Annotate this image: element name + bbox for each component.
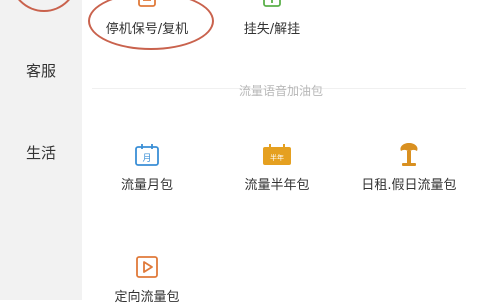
calendar-month-icon: 月 — [135, 144, 159, 166]
main-content: 停机保号/复机 挂失/解挂 流量语音加油包 月 流量月包 半年 流量半年包 日租… — [82, 0, 480, 305]
svg-text:月: 月 — [142, 153, 151, 164]
svg-text:半年: 半年 — [270, 153, 284, 162]
annotation-circle — [88, 0, 214, 50]
holiday-data-package-tile[interactable]: 日租.假日流量包 — [344, 140, 474, 193]
section-title: 流量语音加油包 — [238, 84, 323, 98]
holiday-data-package-label: 日租.假日流量包 — [361, 178, 457, 193]
half-year-data-package-tile[interactable]: 半年 流量半年包 — [212, 142, 342, 193]
sidebar: 客服 生活 — [0, 0, 82, 300]
sidebar-item-customer-service[interactable]: 客服 — [0, 60, 82, 81]
monthly-data-package-label: 流量月包 — [120, 178, 173, 193]
calendar-half-year-icon: 半年 — [263, 144, 291, 165]
report-loss-label: 挂失/解挂 — [243, 22, 301, 37]
play-video-icon — [136, 256, 158, 278]
report-loss-tile[interactable]: 挂失/解挂 — [207, 0, 337, 37]
holiday-tree-icon — [400, 143, 418, 166]
half-year-data-package-label: 流量半年包 — [244, 178, 310, 193]
directional-data-package-tile[interactable]: 定向流量包 — [82, 254, 212, 305]
active-item-highlight — [10, 0, 78, 12]
directional-data-package-label: 定向流量包 — [114, 290, 180, 305]
monthly-data-package-tile[interactable]: 月 流量月包 — [82, 142, 212, 193]
sidebar-item-life[interactable]: 生活 — [0, 142, 82, 163]
report-loss-icon — [263, 0, 281, 7]
